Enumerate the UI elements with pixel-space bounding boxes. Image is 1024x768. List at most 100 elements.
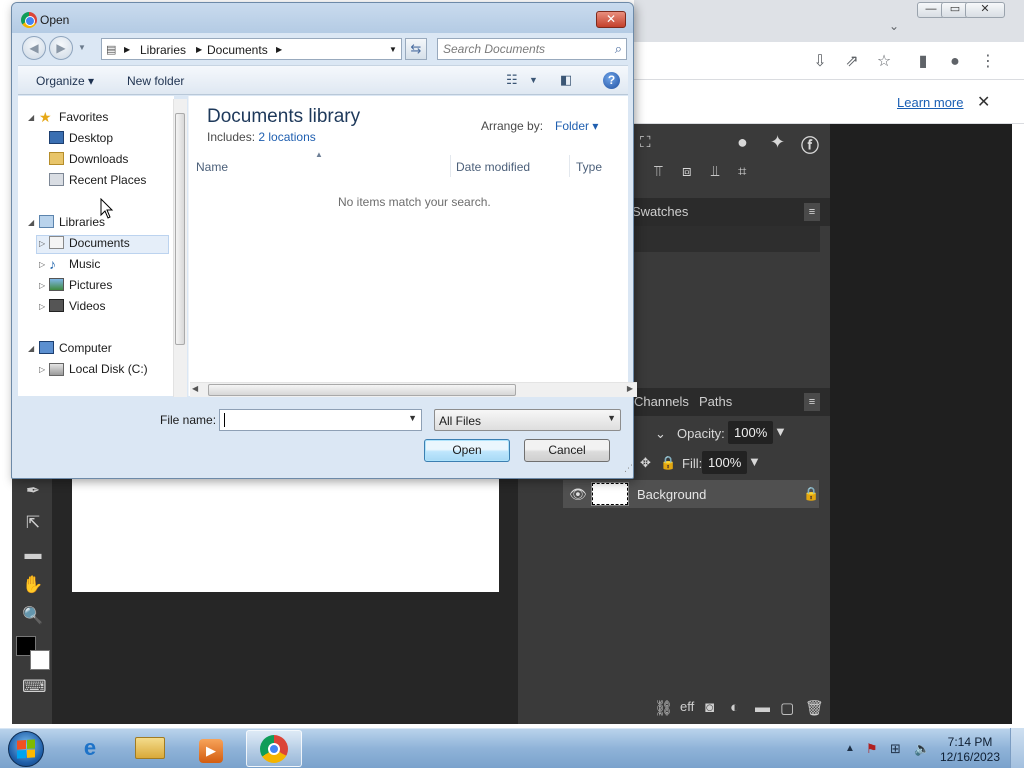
show-desktop-button[interactable] bbox=[1010, 728, 1024, 768]
address-dropdown-icon[interactable]: ▼ bbox=[389, 45, 397, 54]
search-icon[interactable]: ⌕ bbox=[615, 41, 622, 57]
infobar-close-icon[interactable]: ✕ bbox=[977, 92, 990, 112]
file-name-combobox[interactable]: ▼ bbox=[219, 409, 422, 431]
chrome-taskbar-icon[interactable] bbox=[246, 730, 302, 767]
opacity-dropdown-icon[interactable]: ▼ bbox=[774, 424, 787, 439]
tree-item-documents[interactable]: Documents bbox=[69, 236, 130, 250]
file-type-select[interactable]: All Files ▼ bbox=[434, 409, 621, 431]
breadcrumb-documents[interactable]: Documents bbox=[207, 43, 268, 57]
distribute-icon[interactable]: ⌗ bbox=[738, 163, 746, 180]
system-clock[interactable]: 7:14 PM 12/16/2023 bbox=[938, 735, 1002, 765]
resize-grip-icon[interactable]: ⋰ bbox=[624, 463, 633, 474]
learn-more-link[interactable]: Learn more bbox=[897, 95, 963, 110]
delete-layer-icon[interactable]: 🗑 bbox=[805, 699, 824, 717]
rectangle-tool-icon[interactable]: ▬ bbox=[22, 543, 44, 565]
column-separator[interactable] bbox=[569, 155, 570, 177]
file-explorer-icon[interactable] bbox=[122, 730, 178, 767]
address-bar[interactable]: ▤ ▶ Libraries ▶ Documents ▶ ▼ bbox=[101, 38, 402, 60]
back-button[interactable]: ◀ bbox=[22, 36, 46, 60]
link-layers-icon[interactable]: ⛓ bbox=[654, 699, 673, 717]
breadcrumb-libraries[interactable]: Libraries bbox=[140, 43, 186, 57]
refresh-icon[interactable]: ⇆ bbox=[405, 38, 427, 60]
tree-item-recent-places[interactable]: Recent Places bbox=[69, 173, 146, 187]
preview-pane-icon[interactable]: ◧ bbox=[560, 72, 572, 88]
media-player-icon[interactable]: ▶ bbox=[183, 730, 239, 767]
opacity-value[interactable]: 100% bbox=[728, 421, 774, 444]
tree-item-videos[interactable]: Videos bbox=[69, 299, 105, 313]
dialog-close-button[interactable]: ✕ bbox=[596, 11, 626, 28]
column-separator[interactable] bbox=[450, 155, 451, 177]
file-type-dropdown-icon[interactable]: ▼ bbox=[607, 413, 616, 423]
share-icon[interactable]: ⇗ bbox=[842, 52, 862, 72]
collapse-arrow-icon[interactable]: ▷ bbox=[39, 281, 45, 290]
lock-icon[interactable]: 🔒 bbox=[660, 455, 676, 471]
search-box[interactable]: ⌕ bbox=[437, 38, 627, 60]
volume-muted-icon[interactable]: 🔈 bbox=[914, 741, 930, 757]
tree-item-favorites[interactable]: Favorites bbox=[59, 110, 108, 124]
tab-search-chevron-icon[interactable]: ⌄ bbox=[884, 16, 904, 36]
tree-item-downloads[interactable]: Downloads bbox=[69, 152, 128, 166]
column-name[interactable]: Name bbox=[196, 160, 228, 174]
network-icon[interactable]: ⊞ bbox=[890, 741, 901, 757]
forward-button[interactable]: ▶ bbox=[49, 36, 73, 60]
adjustment-icon[interactable]: ◐ bbox=[730, 699, 739, 716]
visibility-eye-icon[interactable]: 👁 bbox=[569, 486, 587, 503]
scroll-right-icon[interactable]: ▶ bbox=[627, 384, 633, 393]
tree-item-pictures[interactable]: Pictures bbox=[69, 278, 112, 292]
swatches-tab[interactable]: Swatches bbox=[632, 204, 688, 219]
reddit-icon[interactable]: ● bbox=[737, 132, 748, 153]
scroll-left-icon[interactable]: ◀ bbox=[192, 384, 198, 393]
blend-mode-chevron-icon[interactable]: ⌄ bbox=[655, 426, 666, 442]
new-layer-icon[interactable]: ▢ bbox=[780, 699, 794, 717]
chrome-menu-icon[interactable]: ⋮ bbox=[978, 52, 998, 72]
fill-dropdown-icon[interactable]: ▼ bbox=[748, 454, 761, 469]
expand-arrow-icon[interactable]: ◢ bbox=[28, 218, 34, 227]
search-input[interactable] bbox=[443, 42, 603, 56]
facebook-icon[interactable]: ⓕ bbox=[801, 132, 819, 158]
collapse-arrow-icon[interactable]: ▷ bbox=[39, 302, 45, 311]
lock-position-icon[interactable]: ✥ bbox=[640, 455, 651, 471]
background-color-swatch[interactable] bbox=[30, 650, 50, 670]
marquee-icon[interactable]: ⛶ bbox=[640, 134, 651, 151]
align-middle-icon[interactable]: ⧈ bbox=[682, 163, 692, 180]
layer-name[interactable]: Background bbox=[637, 487, 706, 502]
tree-item-libraries[interactable]: Libraries bbox=[59, 215, 105, 229]
view-dropdown-icon[interactable]: ▼ bbox=[529, 75, 538, 85]
file-name-dropdown-icon[interactable]: ▼ bbox=[408, 413, 417, 423]
install-app-icon[interactable]: ⇩ bbox=[810, 52, 830, 72]
collapse-arrow-icon[interactable]: ▷ bbox=[39, 260, 45, 269]
path-select-icon[interactable]: ⇱ bbox=[22, 512, 44, 534]
new-folder-button[interactable]: New folder bbox=[127, 74, 184, 88]
tree-item-music[interactable]: Music bbox=[69, 257, 100, 271]
align-bottom-icon[interactable]: ⫫ bbox=[711, 163, 719, 180]
column-type[interactable]: Type bbox=[576, 160, 602, 174]
file-name-input[interactable] bbox=[224, 413, 399, 427]
expand-arrow-icon[interactable]: ◢ bbox=[28, 113, 34, 122]
fill-value[interactable]: 100% bbox=[702, 451, 748, 474]
twitter-icon[interactable]: ✦ bbox=[770, 132, 785, 153]
zoom-tool-icon[interactable]: 🔍 bbox=[22, 605, 44, 627]
help-icon[interactable]: ? bbox=[603, 72, 620, 89]
bookmark-star-icon[interactable]: ☆ bbox=[874, 52, 894, 72]
open-button[interactable]: Open bbox=[424, 439, 510, 462]
side-panel-icon[interactable]: ▮ bbox=[913, 52, 933, 72]
internet-explorer-icon[interactable]: e bbox=[62, 730, 118, 767]
keyboard-icon[interactable]: ⌨ bbox=[22, 676, 47, 698]
column-date-modified[interactable]: Date modified bbox=[456, 160, 530, 174]
channels-tab[interactable]: Channels bbox=[634, 394, 689, 409]
tree-item-local-disk[interactable]: Local Disk (C:) bbox=[69, 362, 148, 376]
expand-arrow-icon[interactable]: ◢ bbox=[28, 344, 34, 353]
cancel-button[interactable]: Cancel bbox=[524, 439, 610, 462]
mask-icon[interactable]: ◙ bbox=[705, 699, 714, 716]
new-group-icon[interactable]: ▬ bbox=[755, 699, 770, 716]
pen-tool-icon[interactable]: ✒ bbox=[22, 480, 44, 502]
arrange-by-dropdown[interactable]: Folder ▾ bbox=[555, 119, 598, 133]
collapse-arrow-icon[interactable]: ▷ bbox=[39, 365, 45, 374]
align-top-icon[interactable]: ⫪ bbox=[654, 163, 662, 180]
hand-tool-icon[interactable]: ✋ bbox=[22, 574, 44, 596]
tree-item-computer[interactable]: Computer bbox=[59, 341, 112, 355]
organize-button[interactable]: Organize ▾ bbox=[36, 74, 94, 88]
recent-pages-chevron-icon[interactable]: ▼ bbox=[78, 43, 86, 52]
effects-icon[interactable]: eff bbox=[680, 699, 694, 714]
document-canvas[interactable] bbox=[72, 478, 499, 592]
